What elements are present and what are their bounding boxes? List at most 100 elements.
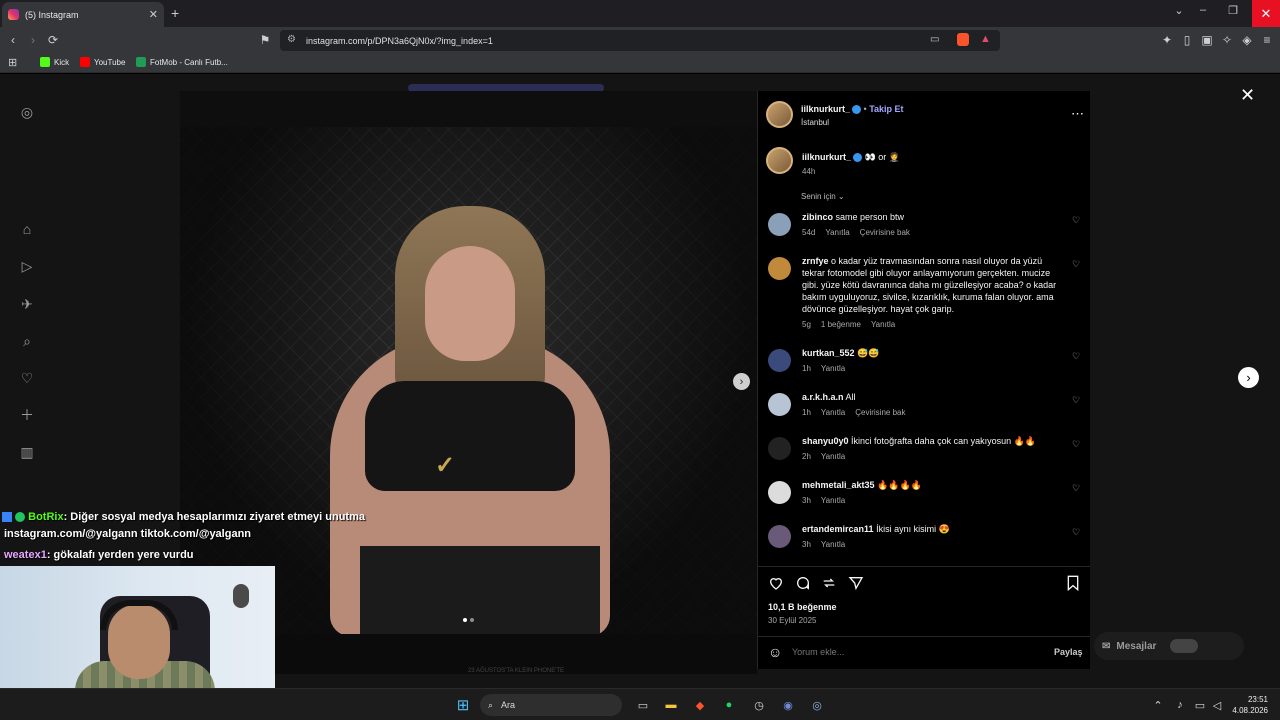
search-icon[interactable]: ⌕: [17, 331, 37, 351]
forward-arrow-icon[interactable]: ›: [25, 32, 41, 48]
commenter-avatar[interactable]: [768, 349, 791, 372]
apps-grid-icon[interactable]: ⊞: [8, 56, 17, 69]
messages-button[interactable]: ✉ Mesajlar: [1094, 632, 1244, 660]
share-comment-button[interactable]: Paylaş: [1054, 647, 1083, 657]
caption-avatar[interactable]: [766, 147, 793, 174]
comment-username[interactable]: shanyu0y0: [802, 436, 849, 446]
post-image[interactable]: ✓: [180, 91, 757, 634]
author-username[interactable]: iilknurkurt_: [801, 104, 850, 114]
taskbar-search[interactable]: ⌕ Ara: [480, 694, 622, 716]
commenter-avatar[interactable]: [768, 481, 791, 504]
comment-username[interactable]: zibinco: [802, 212, 833, 222]
more-options-icon[interactable]: ⋯: [1071, 106, 1084, 122]
menu-icon[interactable]: ≡: [1259, 32, 1275, 48]
notifications-heart-icon[interactable]: ♡: [17, 368, 37, 388]
site-info-icon[interactable]: ⚙: [287, 34, 296, 45]
follow-button[interactable]: Takip Et: [869, 104, 903, 114]
share-icon[interactable]: [846, 573, 866, 593]
comment-username[interactable]: a.r.k.h.a.n: [802, 392, 844, 402]
instagram-logo-icon[interactable]: ◎: [17, 102, 37, 122]
leo-ai-icon[interactable]: ✧: [1219, 32, 1235, 48]
tab-close-icon[interactable]: ✕: [149, 8, 158, 21]
comment-action[interactable]: Yanıtla: [821, 451, 845, 463]
volume-icon[interactable]: ◁: [1209, 697, 1225, 713]
comment-action[interactable]: Yanıtla: [821, 539, 845, 551]
comment-like-heart-icon[interactable]: ♡: [1072, 215, 1082, 225]
comment-icon[interactable]: [793, 573, 813, 593]
brave-shield-icon[interactable]: [957, 33, 969, 46]
comment-action[interactable]: Yanıtla: [871, 319, 895, 331]
new-tab-button[interactable]: +: [171, 5, 179, 21]
system-clock[interactable]: 23:51 4.08.2026: [1230, 694, 1268, 716]
bookmark-youtube[interactable]: YouTube: [80, 57, 125, 67]
repost-icon[interactable]: [819, 573, 839, 593]
commenter-avatar[interactable]: [768, 257, 791, 280]
emoji-icon[interactable]: ☺: [768, 644, 782, 660]
brave-icon[interactable]: ◆: [692, 697, 708, 713]
post-location[interactable]: İstanbul: [801, 118, 829, 127]
comment-username[interactable]: kurtkan_552: [802, 348, 855, 358]
create-icon[interactable]: ＋: [17, 405, 37, 425]
file-explorer-icon[interactable]: ▬: [663, 697, 679, 713]
sidebar-icon[interactable]: ▯: [1179, 32, 1195, 48]
bookmark-fotmob[interactable]: FotMob - Canlı Futb...: [136, 57, 228, 67]
reels-icon[interactable]: ▷: [17, 256, 37, 276]
comment-action[interactable]: Çevirisine bak: [860, 227, 910, 239]
bookmark-kick[interactable]: Kick: [40, 57, 69, 67]
save-bookmark-icon[interactable]: [1063, 573, 1083, 593]
extensions-icon[interactable]: ✦: [1159, 32, 1175, 48]
commenter-avatar[interactable]: [768, 213, 791, 236]
commenter-avatar[interactable]: [768, 437, 791, 460]
maximize-button[interactable]: ❐: [1222, 4, 1244, 17]
task-view-icon[interactable]: ▭: [635, 697, 651, 713]
clock-app-icon[interactable]: ◷: [751, 697, 767, 713]
comment-like-heart-icon[interactable]: ♡: [1072, 439, 1082, 449]
commenter-avatar[interactable]: [768, 525, 791, 548]
comment-input[interactable]: [792, 644, 1042, 660]
minimize-button[interactable]: –: [1192, 4, 1214, 16]
home-icon[interactable]: ⌂: [17, 219, 37, 239]
close-post-icon[interactable]: ✕: [1240, 85, 1255, 106]
cast-icon[interactable]: ▭: [930, 34, 939, 45]
wallet-icon[interactable]: ▣: [1199, 32, 1215, 48]
next-post-icon[interactable]: ›: [1238, 367, 1259, 388]
brave-rewards-icon[interactable]: ▲: [980, 33, 991, 45]
vpn-icon[interactable]: ◈: [1239, 32, 1255, 48]
likes-count[interactable]: 10,1 B beğenme: [768, 602, 837, 612]
steam-icon[interactable]: ◎: [809, 697, 825, 713]
bookmark-page-icon[interactable]: ⚑: [257, 32, 273, 48]
comment-action[interactable]: Yanıtla: [821, 495, 845, 507]
comment-like-heart-icon[interactable]: ♡: [1072, 395, 1082, 405]
comment-username[interactable]: zrnfye: [802, 256, 829, 266]
display-icon[interactable]: ▭: [1192, 697, 1208, 713]
address-bar[interactable]: ⚙ instagram.com/p/DPN3a6QjN0x/?img_index…: [280, 30, 1000, 51]
comment-like-heart-icon[interactable]: ♡: [1072, 527, 1082, 537]
tray-chevron-icon[interactable]: ⌃: [1150, 697, 1166, 713]
caption-username[interactable]: iilknurkurt_: [802, 152, 851, 162]
windows-start-icon[interactable]: ⊞: [455, 697, 471, 714]
comment-action[interactable]: Yanıtla: [821, 407, 845, 419]
discord-icon[interactable]: ◉: [780, 697, 796, 713]
tab-search-icon[interactable]: ⌄: [1168, 4, 1190, 17]
tab-instagram[interactable]: (5) Instagram ✕: [2, 2, 164, 27]
back-arrow-icon[interactable]: ‹: [5, 32, 21, 48]
carousel-next-icon[interactable]: ›: [733, 373, 750, 390]
comment-action[interactable]: 1 beğenme: [821, 319, 861, 331]
dashboard-icon[interactable]: ▥: [17, 442, 37, 462]
like-heart-icon[interactable]: [766, 573, 786, 593]
comment-like-heart-icon[interactable]: ♡: [1072, 351, 1082, 361]
window-close-button[interactable]: ✕: [1252, 0, 1280, 27]
spotify-icon[interactable]: ●: [721, 697, 737, 713]
microphone-icon[interactable]: ♪: [1172, 697, 1188, 713]
reload-icon[interactable]: ⟳: [45, 32, 61, 48]
comment-action[interactable]: Çevirisine bak: [855, 407, 905, 419]
comment-username[interactable]: mehmetali_akt35: [802, 480, 875, 490]
comment-sort-dropdown[interactable]: Senin için ⌄: [801, 192, 845, 201]
comment-username[interactable]: ertandemircan11: [802, 524, 874, 534]
direct-icon[interactable]: ✈: [17, 294, 37, 314]
comment-action[interactable]: Yanıtla: [821, 363, 845, 375]
commenter-avatar[interactable]: [768, 393, 791, 416]
author-avatar[interactable]: [766, 101, 793, 128]
comment-like-heart-icon[interactable]: ♡: [1072, 259, 1082, 269]
comment-action[interactable]: Yanıtla: [825, 227, 849, 239]
